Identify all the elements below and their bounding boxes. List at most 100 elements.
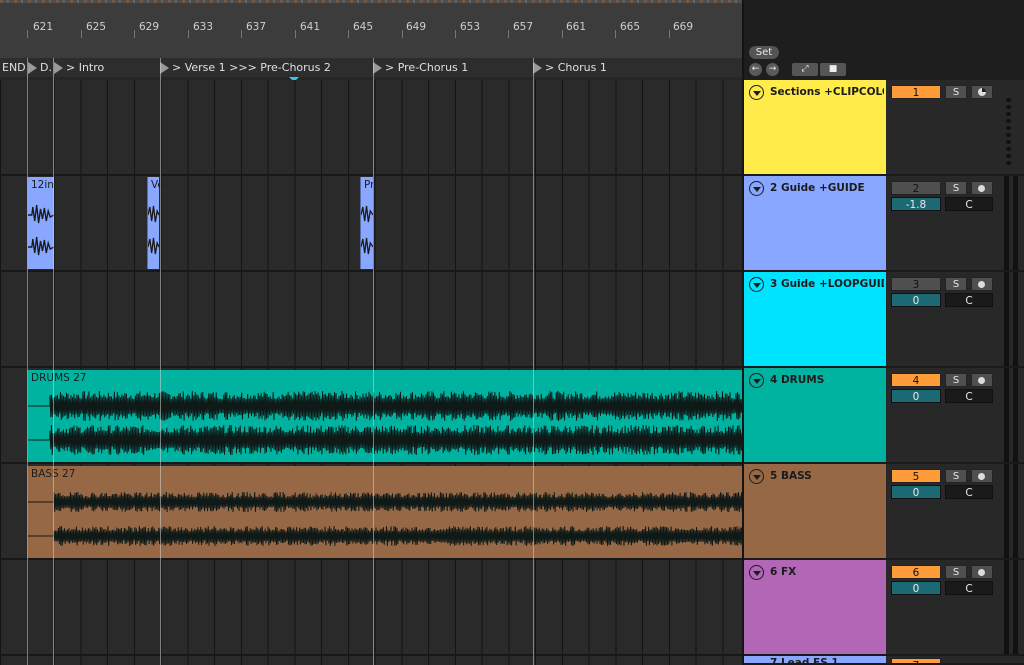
- bar-number: 653: [460, 21, 481, 33]
- track-header-fx[interactable]: 6 FX: [744, 560, 886, 656]
- monitor-icon[interactable]: [971, 85, 993, 99]
- fold-icon[interactable]: [749, 373, 764, 388]
- track-lanes[interactable]: 12in Ve Pr DRUMS 27 BASS 27: [0, 80, 744, 665]
- pan-field[interactable]: C: [945, 389, 993, 403]
- track-activator-button[interactable]: 4: [891, 373, 941, 387]
- guide-clip[interactable]: Ve: [147, 177, 164, 269]
- track-header-sections[interactable]: Sections +CLIPCOLO: [744, 80, 886, 176]
- track-lane-fx[interactable]: [0, 560, 744, 656]
- waveform: [28, 390, 744, 456]
- bar-tick: [508, 30, 509, 38]
- set-button[interactable]: Set: [749, 46, 779, 59]
- waveform: [28, 491, 744, 547]
- track-name[interactable]: 4 DRUMS: [770, 374, 884, 386]
- locator-d[interactable]: D.: [28, 61, 52, 74]
- solo-button[interactable]: S: [945, 181, 967, 195]
- track-name[interactable]: 7 Lead FS 1: [770, 657, 884, 663]
- arm-record-icon[interactable]: [971, 565, 993, 579]
- locator-end[interactable]: END: [2, 61, 26, 74]
- locator-line: [533, 58, 534, 665]
- track-name[interactable]: Sections +CLIPCOLO: [770, 86, 884, 98]
- beat-time-ruler[interactable]: 621 625 629 633 637 641 645 649 653 657 …: [0, 0, 744, 58]
- level-meter-left: [1004, 464, 1009, 558]
- expand-icon[interactable]: ⤢: [792, 63, 818, 76]
- fold-icon[interactable]: [749, 85, 764, 100]
- track-name[interactable]: 2 Guide +GUIDE: [770, 182, 884, 194]
- track-activator-button[interactable]: 7: [891, 658, 941, 663]
- locator-verse-1[interactable]: > Verse 1 >>> Pre-Chorus 2: [160, 61, 331, 74]
- track-name[interactable]: 3 Guide +LOOPGUIDE: [770, 278, 884, 290]
- bar-tick: [241, 30, 242, 38]
- locator-intro[interactable]: > Intro: [54, 61, 104, 74]
- arm-record-icon[interactable]: [971, 373, 993, 387]
- bar-number: 625: [86, 21, 107, 33]
- track-mixer-sections: 1 S: [886, 80, 1024, 176]
- track-lane-guide[interactable]: 12in Ve Pr: [0, 176, 744, 272]
- track-lane-bass[interactable]: BASS 27: [0, 464, 744, 560]
- guide-clip[interactable]: 12in: [27, 177, 54, 269]
- bass-clip[interactable]: BASS 27: [27, 466, 744, 558]
- track-lane-loopguide[interactable]: [0, 272, 744, 368]
- volume-field[interactable]: 0: [891, 293, 941, 307]
- track-header-bass[interactable]: 5 BASS: [744, 464, 886, 560]
- track-header-guide[interactable]: 2 Guide +GUIDE: [744, 176, 886, 272]
- pan-field[interactable]: C: [945, 485, 993, 499]
- volume-field[interactable]: 0: [891, 485, 941, 499]
- solo-button[interactable]: S: [945, 277, 967, 291]
- track-lane-lead[interactable]: [0, 656, 744, 665]
- arm-record-icon[interactable]: [971, 469, 993, 483]
- guide-clip[interactable]: Pr: [360, 177, 374, 269]
- lock-icon[interactable]: ■: [820, 63, 846, 76]
- overview-strip[interactable]: [0, 0, 744, 3]
- track-lane-sections[interactable]: [0, 80, 744, 176]
- clip-title: DRUMS 27: [31, 372, 87, 384]
- track-activator-button[interactable]: 1: [891, 85, 941, 99]
- locator-chorus-1[interactable]: > Chorus 1: [533, 61, 607, 74]
- waveform: [28, 204, 54, 256]
- drums-clip[interactable]: DRUMS 27: [27, 370, 744, 462]
- waveform: [361, 205, 373, 255]
- track-activator-button[interactable]: 5: [891, 469, 941, 483]
- fold-icon[interactable]: [749, 469, 764, 484]
- arrow-left-icon[interactable]: ←: [749, 63, 762, 76]
- track-header-drums[interactable]: 4 DRUMS: [744, 368, 886, 464]
- solo-button[interactable]: S: [945, 469, 967, 483]
- locator-label: > Verse 1 >>> Pre-Chorus 2: [172, 61, 331, 74]
- arrangement-view[interactable]: 621 625 629 633 637 641 645 649 653 657 …: [0, 0, 744, 665]
- solo-button[interactable]: S: [945, 565, 967, 579]
- volume-field[interactable]: -1.8: [891, 197, 941, 211]
- track-activator-button[interactable]: 2: [891, 181, 941, 195]
- track-mixer-fx: 6 S 0 C: [886, 560, 1024, 656]
- solo-button[interactable]: S: [945, 85, 967, 99]
- volume-field[interactable]: 0: [891, 581, 941, 595]
- locator-pre-chorus-1[interactable]: > Pre-Chorus 1: [373, 61, 468, 74]
- track-mixer-bass: 5 S 0 C: [886, 464, 1024, 560]
- bar-number: 637: [246, 21, 267, 33]
- fold-icon[interactable]: [749, 277, 764, 292]
- pan-field[interactable]: C: [945, 581, 993, 595]
- track-name[interactable]: 5 BASS: [770, 470, 884, 482]
- track-activator-button[interactable]: 6: [891, 565, 941, 579]
- locator-flag-icon: [160, 61, 169, 74]
- fold-icon[interactable]: [749, 565, 764, 580]
- track-header-loopguide[interactable]: 3 Guide +LOOPGUIDE: [744, 272, 886, 368]
- bar-number: 665: [620, 21, 641, 33]
- bar-tick: [348, 30, 349, 38]
- track-lane-drums[interactable]: DRUMS 27: [0, 368, 744, 464]
- track-activator-button[interactable]: 3: [891, 277, 941, 291]
- fold-icon[interactable]: [749, 181, 764, 196]
- track-mixer-drums: 4 S 0 C: [886, 368, 1024, 464]
- track-header-lead[interactable]: 7 Lead FS 1: [744, 656, 886, 665]
- locator-bar[interactable]: END D. > Intro > Verse 1 >>> Pre-Chorus …: [0, 58, 744, 77]
- arrow-right-icon[interactable]: →: [766, 63, 779, 76]
- locator-label: END: [2, 61, 26, 74]
- arm-record-icon[interactable]: [971, 181, 993, 195]
- solo-button[interactable]: S: [945, 373, 967, 387]
- bar-tick: [81, 30, 82, 38]
- track-name[interactable]: 6 FX: [770, 566, 884, 578]
- bar-tick: [402, 30, 403, 38]
- pan-field[interactable]: C: [945, 293, 993, 307]
- pan-field[interactable]: C: [945, 197, 993, 211]
- arm-record-icon[interactable]: [971, 277, 993, 291]
- volume-field[interactable]: 0: [891, 389, 941, 403]
